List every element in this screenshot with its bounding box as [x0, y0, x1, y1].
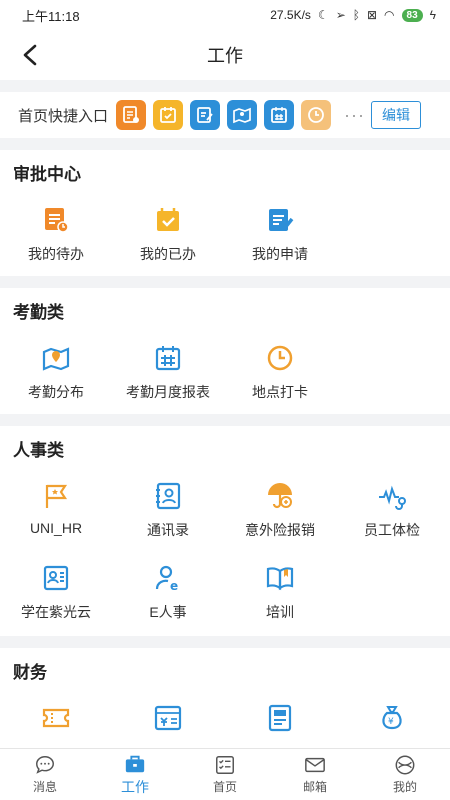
- done-icon: [152, 204, 184, 236]
- item-label: E人事: [149, 604, 187, 620]
- contacts-icon: [152, 480, 184, 512]
- tab-messages[interactable]: 消息: [0, 754, 90, 795]
- item-my-done[interactable]: 我的已办: [112, 204, 224, 264]
- quick-calendar-icon[interactable]: [264, 100, 295, 130]
- item-label: 考勤分布: [28, 384, 84, 400]
- quick-entry-label: 首页快捷入口: [18, 107, 109, 125]
- item-label: 我的待办: [28, 246, 84, 262]
- tab-label: 工作: [121, 778, 149, 795]
- charging-icon: ϟ: [429, 8, 436, 22]
- money-bag-icon: ¥: [376, 702, 408, 734]
- item-label: 我的申请: [252, 246, 308, 262]
- quick-done-icon[interactable]: [153, 100, 184, 130]
- finance-item-contract[interactable]: [224, 702, 336, 734]
- stethoscope-icon: [376, 480, 408, 512]
- tab-mail[interactable]: 邮箱: [270, 754, 360, 795]
- finance-item-finance-pass[interactable]: [112, 702, 224, 734]
- tab-label: 首页: [212, 780, 237, 794]
- map-icon: [40, 342, 72, 374]
- tab-home[interactable]: 首页: [180, 754, 270, 795]
- item-label: 学在紫光云: [21, 604, 91, 620]
- wifi-icon: ◠: [384, 8, 395, 22]
- item-uni-hr[interactable]: UNI_HR: [0, 480, 112, 540]
- item-my-apply[interactable]: 我的申请: [224, 204, 336, 264]
- section-title-attendance: 考勤类: [13, 303, 64, 322]
- tab-label: 邮箱: [302, 780, 327, 794]
- apply-icon: [264, 204, 296, 236]
- ticket-icon: [40, 702, 72, 734]
- book-icon: [264, 562, 296, 594]
- item-monthly-report[interactable]: 考勤月度报表: [112, 342, 224, 402]
- tab-label: 我的: [392, 780, 417, 794]
- title-bar: 工作: [0, 30, 450, 80]
- page-title: 工作: [207, 46, 243, 66]
- finance-item-my-reimbursement[interactable]: ¥: [336, 702, 448, 734]
- approval-section: 审批中心 我的待办 我的已办 我的申请: [0, 150, 450, 276]
- item-label: UNI_HR: [29, 520, 83, 536]
- item-training[interactable]: 培训: [224, 562, 336, 622]
- section-title-hr: 人事类: [13, 441, 64, 460]
- section-title-finance: 财务: [13, 663, 47, 682]
- quick-map-icon[interactable]: [227, 100, 258, 130]
- mail-icon: [305, 757, 325, 773]
- status-time: 上午11:18: [22, 8, 80, 24]
- item-label: 考勤月度报表: [126, 384, 210, 400]
- quick-apply-icon[interactable]: [190, 100, 221, 130]
- section-title-approval: 审批中心: [13, 165, 81, 184]
- back-button[interactable]: [16, 40, 44, 70]
- item-label: 意外险报销: [245, 522, 315, 538]
- bottom-tab-bar: 消息 工作 首页 邮箱 我的: [0, 748, 450, 800]
- location-icon: ➢: [335, 8, 346, 22]
- item-my-todo[interactable]: 我的待办: [0, 204, 112, 264]
- flag-icon: [40, 480, 72, 512]
- item-label: 我的已办: [140, 246, 196, 262]
- item-study-cloud[interactable]: 学在紫光云: [0, 562, 112, 622]
- battery-level: 83: [401, 8, 423, 22]
- tab-label: 消息: [32, 780, 57, 794]
- finance-section: 财务 ¥: [0, 648, 450, 750]
- moon-icon: ☾: [317, 8, 329, 22]
- quick-entry-bar: 首页快捷入口 ··· 编辑: [0, 92, 450, 138]
- umbrella-icon: [264, 480, 296, 512]
- attendance-section: 考勤类 考勤分布 考勤月度报表 地点打卡: [0, 288, 450, 414]
- person-icon: e: [152, 562, 184, 594]
- item-label: 培训: [266, 604, 294, 620]
- todo-icon: [40, 204, 72, 236]
- sim-icon: ⊠: [366, 8, 378, 22]
- item-contacts[interactable]: 通讯录: [112, 480, 224, 540]
- bill-icon: [152, 702, 184, 734]
- item-attendance-distribution[interactable]: 考勤分布: [0, 342, 112, 402]
- study-icon: [40, 562, 72, 594]
- item-e-hr[interactable]: e E人事: [112, 562, 224, 622]
- back-arrow-icon: [23, 44, 37, 66]
- calendar-icon: [152, 342, 184, 374]
- item-accident-insurance[interactable]: 意外险报销: [224, 480, 336, 540]
- message-icon: [36, 756, 54, 774]
- home-list-icon: [216, 756, 234, 774]
- item-label: 员工体检: [364, 522, 420, 538]
- tab-profile[interactable]: 我的: [360, 754, 450, 795]
- svg-text:e: e: [170, 579, 178, 593]
- hr-section: 人事类 UNI_HR 通讯录 意外险报销 员工体检 学在紫光云 e E人事 培训: [0, 426, 450, 636]
- quick-clock-icon[interactable]: [301, 100, 332, 130]
- clock-icon: [264, 342, 296, 374]
- briefcase-icon: [125, 755, 145, 772]
- quick-todo-icon[interactable]: [116, 100, 147, 130]
- profile-icon: [395, 755, 415, 775]
- status-indicators: 27.5K/s ☾ ➢ ᛒ ⊠ ◠ 83 ϟ: [270, 8, 436, 22]
- item-location-checkin[interactable]: 地点打卡: [224, 342, 336, 402]
- status-bar: 上午11:18 27.5K/s ☾ ➢ ᛒ ⊠ ◠ 83 ϟ: [0, 0, 450, 30]
- network-speed: 27.5K/s: [270, 8, 311, 22]
- item-health-checkup[interactable]: 员工体检: [336, 480, 448, 540]
- svg-text:¥: ¥: [388, 717, 394, 727]
- item-label: 通讯录: [147, 522, 189, 538]
- finance-item-invoice[interactable]: [0, 702, 112, 734]
- item-label: 地点打卡: [252, 384, 308, 400]
- edit-button[interactable]: 编辑: [371, 101, 421, 129]
- document-icon: [264, 702, 296, 734]
- bluetooth-icon: ᛒ: [352, 8, 360, 22]
- tab-work[interactable]: 工作: [90, 753, 180, 797]
- more-icon[interactable]: ···: [344, 105, 365, 126]
